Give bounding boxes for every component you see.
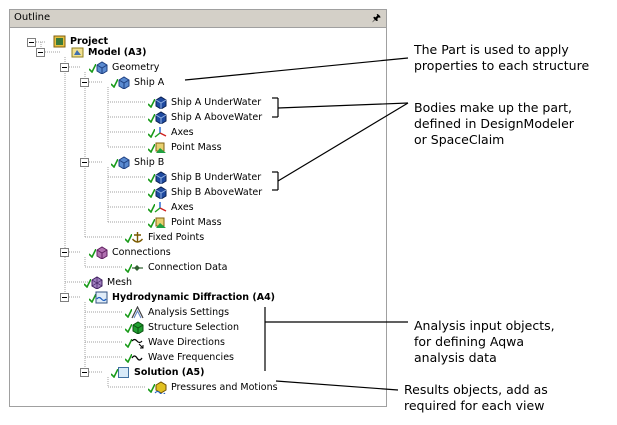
annotation-results: Results objects, add as required for eac… [404, 382, 548, 413]
annotation-part: The Part is used to apply properties to … [414, 42, 590, 73]
callout-line-part [184, 57, 409, 81]
annotation-analysis: Analysis input objects, for defining Aqw… [414, 318, 555, 365]
callout-line-bodies-b [277, 102, 409, 182]
callout-line-results [275, 380, 399, 391]
annotation-bodies: Bodies make up the part, defined in Desi… [414, 100, 574, 147]
callout-line-bodies-a [277, 102, 409, 109]
